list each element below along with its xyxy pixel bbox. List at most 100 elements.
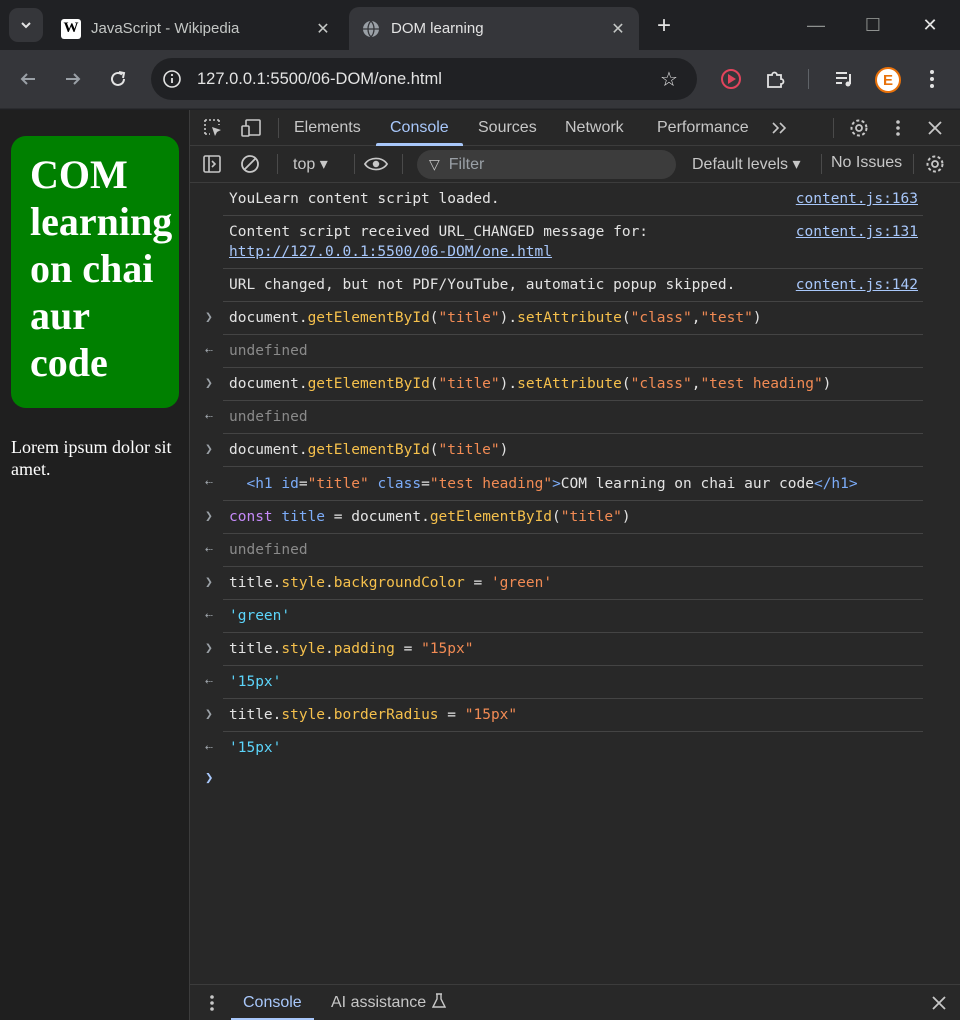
console-input-line[interactable]: ❯ document.getElementById("title").setAt… — [205, 368, 923, 401]
inspect-element-icon[interactable] — [201, 116, 225, 140]
console-settings-icon[interactable] — [923, 152, 947, 176]
more-menu-icon[interactable] — [919, 66, 945, 92]
filter-placeholder: Filter — [448, 155, 485, 173]
wikipedia-icon: W — [61, 18, 81, 39]
maximize-button[interactable]: ☐ — [853, 10, 893, 40]
devtools-menu-icon[interactable] — [886, 116, 910, 140]
dropdown-triangle-icon: ▾ — [319, 156, 328, 173]
close-drawer-icon[interactable] — [927, 991, 951, 1015]
console-input-line[interactable]: ❯ title.style.borderRadius = "15px" — [205, 699, 923, 732]
bookmark-star-icon[interactable]: ☆ — [655, 67, 683, 92]
result-value: 'green' — [229, 608, 291, 624]
console-input-line[interactable]: ❯ title.style.padding = "15px" — [205, 633, 923, 666]
filter-input[interactable]: ▽ Filter — [417, 150, 676, 179]
console-input-line[interactable]: ❯ const title = document.getElementById(… — [205, 501, 923, 534]
forward-button[interactable] — [59, 65, 87, 93]
tab-strip: W JavaScript - Wikipedia ✕ DOM learning … — [0, 0, 960, 50]
context-label: top — [293, 156, 316, 173]
close-icon[interactable]: ✕ — [609, 19, 627, 39]
arrow-left-icon — [20, 73, 35, 85]
extensions-puzzle-icon[interactable] — [762, 66, 788, 92]
heading-line: COM — [30, 152, 128, 197]
chevron-down-icon — [21, 22, 31, 29]
tab-title: JavaScript - Wikipedia — [91, 20, 240, 37]
return-arrow-icon: ⇠ — [205, 542, 213, 557]
issues-counter[interactable]: No Issues — [831, 154, 902, 172]
log-levels-dropdown[interactable]: Default levels ▾ — [692, 154, 801, 174]
console-input-line[interactable]: ❯ document.getElementById("title").setAt… — [205, 302, 923, 335]
reload-button[interactable] — [104, 65, 132, 93]
reload-icon — [111, 71, 126, 86]
prompt-chevron-icon: ❯ — [205, 770, 214, 786]
return-arrow-icon: ⇠ — [205, 409, 213, 424]
tab-sources[interactable]: Sources — [478, 110, 537, 146]
chevron-right-icon: ❯ — [205, 575, 213, 590]
live-expression-eye-icon[interactable] — [364, 152, 388, 176]
page-paragraph: Lorem ipsum dolor sit amet. — [11, 437, 172, 479]
back-button[interactable] — [14, 65, 42, 93]
divider — [821, 154, 822, 174]
console-result-line: ⇠ undefined — [205, 335, 923, 368]
tab-search-button[interactable] — [9, 8, 43, 42]
arrow-right-icon — [66, 73, 81, 85]
tab-wikipedia[interactable]: W JavaScript - Wikipedia ✕ — [49, 7, 344, 50]
return-arrow-icon: ⇠ — [205, 475, 213, 490]
log-text: URL changed, but not PDF/YouTube, automa… — [229, 277, 736, 293]
console-input-line[interactable]: ❯ document.getElementById("title") — [205, 434, 923, 467]
filter-funnel-icon: ▽ — [429, 156, 440, 172]
url-link[interactable]: http://127.0.0.1:5500/06-DOM/one.html — [229, 244, 552, 260]
devtools-panel: Elements Console Sources Network Perform… — [189, 110, 960, 1020]
console-result-element[interactable]: ⇠ <h1 id="title" class="test heading">CO… — [205, 467, 923, 501]
drawer-menu-icon[interactable] — [200, 991, 224, 1015]
profile-avatar[interactable]: E — [875, 67, 901, 93]
divider — [913, 154, 914, 174]
drawer-tab-ai-assistance[interactable]: AI assistance — [331, 985, 447, 1020]
result-value: undefined — [229, 409, 308, 425]
clear-console-icon[interactable] — [238, 152, 262, 176]
console-log-message: Content script received URL_CHANGED mess… — [223, 216, 923, 269]
tab-console[interactable]: Console — [376, 110, 463, 146]
minimize-button[interactable]: — — [796, 10, 836, 40]
title-heading-box: COM learning on chai aur code — [11, 136, 179, 408]
source-link[interactable]: content.js:163 — [796, 189, 918, 209]
console-result-line: ⇠ '15px' — [205, 732, 923, 764]
console-prompt[interactable]: ❯ — [205, 764, 960, 794]
heading-line: on chai — [30, 246, 154, 291]
sidebar-toggle-icon[interactable] — [200, 152, 224, 176]
close-devtools-icon[interactable] — [923, 116, 947, 140]
tab-network[interactable]: Network — [565, 110, 624, 146]
console-toolbar: top ▾ ▽ Filter Default levels ▾ No Issue… — [190, 146, 960, 183]
console-output: YouLearn content script loaded. content.… — [190, 183, 960, 794]
address-bar[interactable]: 127.0.0.1:5500/06-DOM/one.html ☆ — [151, 58, 697, 100]
source-link[interactable]: content.js:131 — [796, 222, 918, 242]
new-tab-button[interactable]: + — [650, 12, 678, 40]
close-window-button[interactable]: ✕ — [910, 10, 950, 40]
settings-gear-icon[interactable] — [847, 116, 871, 140]
context-selector[interactable]: top ▾ — [293, 154, 328, 174]
chevron-right-icon: ❯ — [205, 376, 213, 391]
more-tabs-icon[interactable] — [768, 116, 792, 140]
url-text[interactable]: 127.0.0.1:5500/06-DOM/one.html — [197, 70, 655, 89]
chevron-right-icon: ❯ — [205, 310, 213, 325]
result-value: undefined — [229, 343, 308, 359]
divider — [402, 154, 403, 174]
tab-title: DOM learning — [391, 20, 484, 37]
divider — [354, 154, 355, 174]
tab-performance[interactable]: Performance — [657, 110, 749, 146]
divider — [278, 118, 279, 138]
console-input-line[interactable]: ❯ title.style.backgroundColor = 'green' — [205, 567, 923, 600]
media-controls-icon[interactable] — [831, 66, 857, 92]
drawer-tab-console[interactable]: Console — [231, 985, 314, 1020]
source-link[interactable]: content.js:142 — [796, 275, 918, 295]
devtools-tab-bar: Elements Console Sources Network Perform… — [190, 110, 960, 146]
log-text: YouLearn content script loaded. — [229, 191, 500, 207]
result-value: '15px' — [229, 674, 282, 690]
device-toolbar-icon[interactable] — [239, 116, 263, 140]
tab-dom-learning[interactable]: DOM learning ✕ — [349, 7, 639, 50]
page-title: COM learning on chai aur code — [30, 151, 179, 386]
site-info-icon[interactable] — [160, 67, 184, 91]
record-extension-icon[interactable] — [718, 66, 744, 92]
tab-elements[interactable]: Elements — [294, 110, 361, 146]
console-result-line: ⇠ undefined — [205, 401, 923, 434]
close-icon[interactable]: ✕ — [314, 19, 332, 39]
